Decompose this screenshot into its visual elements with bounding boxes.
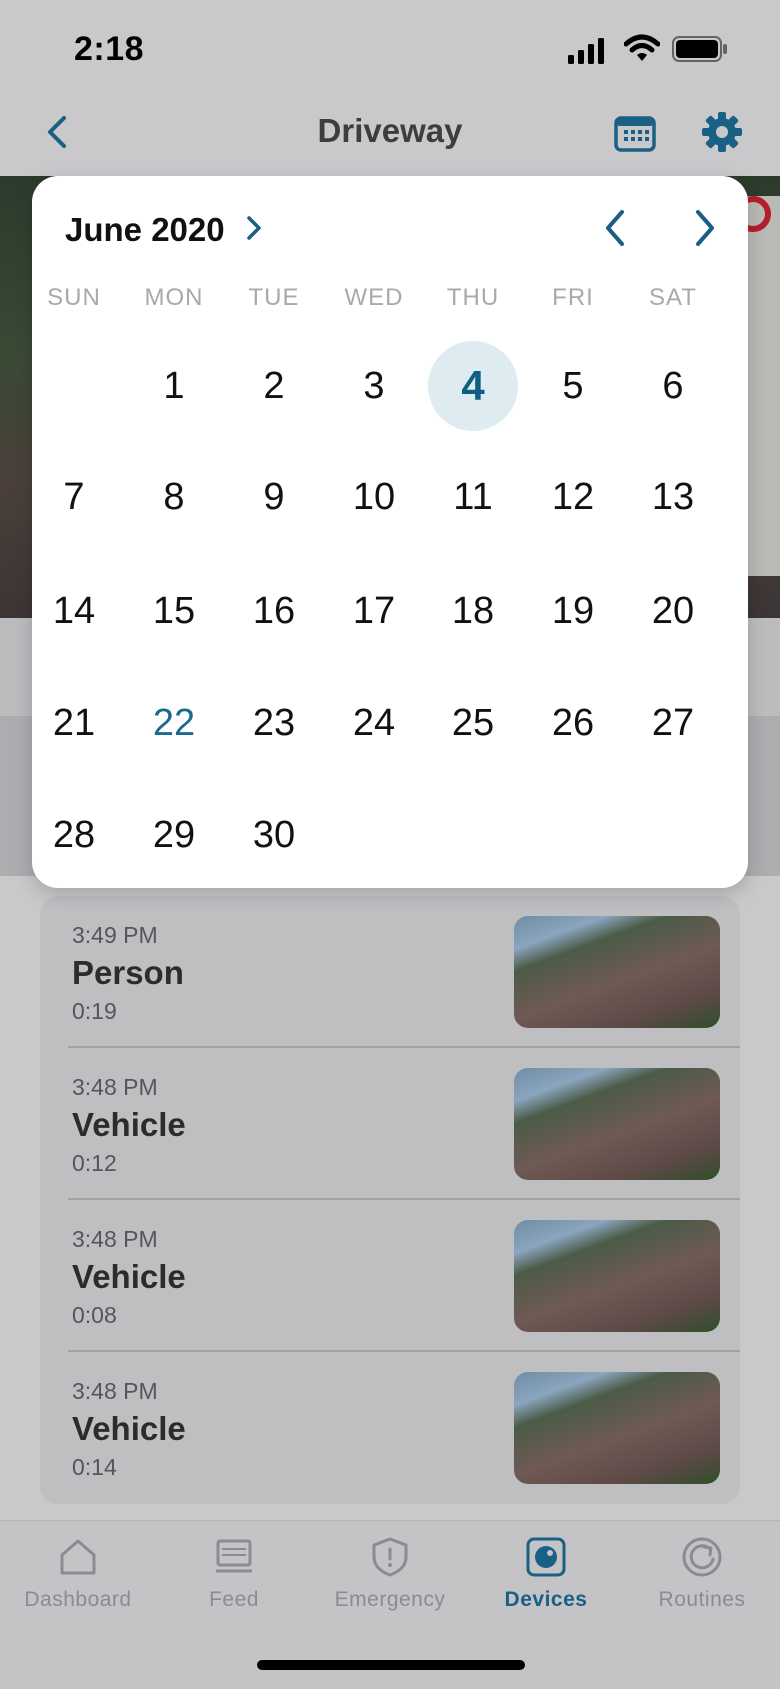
event-duration: 0:14 <box>72 1454 117 1480</box>
calendar-day[interactable]: 15 <box>129 566 219 656</box>
event-time: 3:48 PM <box>72 1378 158 1404</box>
battery-icon <box>672 36 727 62</box>
event-type: Vehicle <box>72 1106 186 1143</box>
calendar-icon[interactable] <box>614 114 656 152</box>
previous-month-button[interactable] <box>600 208 630 248</box>
event-duration: 0:08 <box>72 1302 117 1328</box>
event-time: 3:48 PM <box>72 1074 158 1100</box>
event-time: 3:48 PM <box>72 1226 158 1252</box>
weekday-label: TUE <box>248 284 300 311</box>
tab-label: Feed <box>209 1588 259 1611</box>
calendar-day[interactable]: 11 <box>428 452 518 542</box>
calendar-day[interactable]: 22 <box>129 678 219 768</box>
calendar-day[interactable]: 17 <box>329 566 419 656</box>
calendar-day[interactable]: 7 <box>29 452 119 542</box>
wifi-icon <box>624 34 660 61</box>
calendar-day[interactable]: 24 <box>329 678 419 768</box>
calendar-day[interactable]: 9 <box>229 452 319 542</box>
weekday-label: WED <box>344 284 404 311</box>
weekday-label: MON <box>144 284 204 311</box>
calendar-day[interactable]: 25 <box>428 678 518 768</box>
cellular-signal-icon <box>568 38 604 64</box>
calendar-day[interactable]: 4 <box>428 341 518 431</box>
camera-icon <box>526 1537 566 1577</box>
tab-dashboard[interactable]: Dashboard <box>0 1535 156 1612</box>
tab-feed[interactable]: Feed <box>156 1535 312 1612</box>
event-thumbnail[interactable] <box>514 1068 720 1180</box>
event-thumbnail[interactable] <box>514 1372 720 1484</box>
calendar-day[interactable]: 16 <box>229 566 319 656</box>
event-thumbnail[interactable] <box>514 1220 720 1332</box>
calendar-day[interactable]: 8 <box>129 452 219 542</box>
calendar-popup: June 2020 SUN MON TUE WED THU FRI SAT 1 2 3 4 5 6 7 8 9… <box>32 176 748 888</box>
tab-label: Emergency <box>334 1588 446 1611</box>
calendar-day[interactable]: 13 <box>628 452 718 542</box>
chevron-right-icon[interactable] <box>244 214 264 242</box>
page-title: Driveway <box>317 112 463 149</box>
list-item[interactable]: 3:48 PM Vehicle 0:14 <box>40 1352 740 1504</box>
calendar-day[interactable]: 23 <box>229 678 319 768</box>
event-type: Vehicle <box>72 1410 186 1447</box>
calendar-day[interactable]: 3 <box>329 341 419 431</box>
tab-label: Dashboard <box>24 1588 132 1611</box>
calendar-day[interactable]: 27 <box>628 678 718 768</box>
calendar-day[interactable]: 12 <box>528 452 618 542</box>
monitor-icon <box>216 1539 252 1573</box>
calendar-day[interactable]: 1 <box>129 341 219 431</box>
shield-icon <box>372 1537 408 1577</box>
calendar-day[interactable]: 28 <box>29 790 119 880</box>
calendar-day[interactable]: 18 <box>428 566 518 656</box>
calendar-day[interactable]: 26 <box>528 678 618 768</box>
home-indicator[interactable] <box>257 1660 525 1670</box>
event-thumbnail[interactable] <box>514 916 720 1028</box>
calendar-day[interactable]: 2 <box>229 341 319 431</box>
tab-label: Routines <box>658 1588 746 1611</box>
month-year-label[interactable]: June 2020 <box>65 211 225 249</box>
calendar-day[interactable]: 10 <box>329 452 419 542</box>
tab-emergency[interactable]: Emergency <box>312 1535 468 1612</box>
tab-devices[interactable]: Devices <box>468 1535 624 1612</box>
list-item[interactable]: 3:49 PM Person 0:19 <box>40 896 740 1048</box>
calendar-day[interactable]: 20 <box>628 566 718 656</box>
calendar-day[interactable]: 5 <box>528 341 618 431</box>
event-time: 3:49 PM <box>72 922 158 948</box>
calendar-day[interactable]: 14 <box>29 566 119 656</box>
gear-icon[interactable] <box>700 110 744 154</box>
next-month-button[interactable] <box>690 208 720 248</box>
event-duration: 0:19 <box>72 998 117 1024</box>
tab-routines[interactable]: Routines <box>624 1535 780 1612</box>
calendar-day[interactable]: 19 <box>528 566 618 656</box>
event-type: Person <box>72 954 184 991</box>
calendar-day[interactable]: 6 <box>628 341 718 431</box>
list-item[interactable]: 3:48 PM Vehicle 0:12 <box>40 1048 740 1200</box>
event-duration: 0:12 <box>72 1150 117 1176</box>
weekday-label: FRI <box>552 284 594 311</box>
tab-label: Devices <box>504 1588 588 1611</box>
calendar-day[interactable]: 21 <box>29 678 119 768</box>
weekday-label: THU <box>446 284 500 311</box>
home-icon <box>60 1539 96 1575</box>
refresh-icon <box>682 1537 722 1577</box>
calendar-day[interactable]: 30 <box>229 790 319 880</box>
event-type: Vehicle <box>72 1258 186 1295</box>
status-time: 2:18 <box>74 30 145 68</box>
events-list: 3:49 PM Person 0:19 3:48 PM Vehicle 0:12… <box>40 896 740 1504</box>
weekday-label: SAT <box>649 284 697 311</box>
weekday-label: SUN <box>47 284 101 311</box>
calendar-day[interactable]: 29 <box>129 790 219 880</box>
list-item[interactable]: 3:48 PM Vehicle 0:08 <box>40 1200 740 1352</box>
